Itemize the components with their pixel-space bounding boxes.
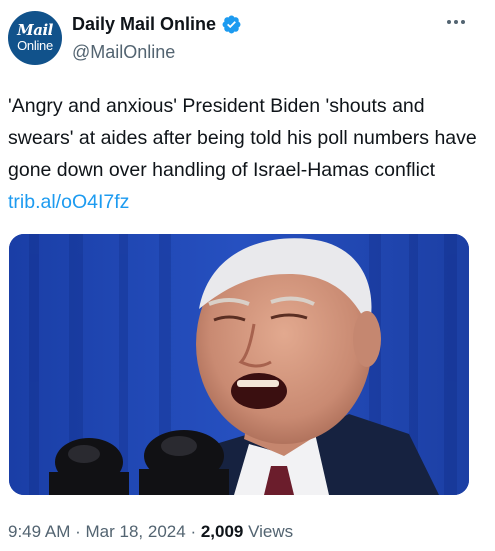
tweet-body: 'Angry and anxious' President Biden 'sho…	[8, 95, 477, 181]
tweet-photo[interactable]	[9, 234, 469, 495]
avatar-logo-subtext: Online	[17, 38, 53, 53]
views-label: Views	[248, 522, 294, 541]
tweet-link[interactable]: trib.al/oO4I7fz	[8, 191, 129, 213]
views-count: 2,009	[200, 522, 244, 541]
author-handle[interactable]: @MailOnline	[72, 42, 175, 63]
verified-badge-icon	[222, 15, 241, 33]
tweet-time[interactable]: 9:49 AM	[8, 522, 70, 541]
display-name[interactable]: Daily Mail Online	[72, 14, 216, 35]
author-name-row: Daily Mail Online	[72, 12, 242, 36]
meta-separator: ·	[190, 522, 197, 541]
tweet-meta: 9:49 AM · Mar 18, 2024 · 2,009 Views	[8, 522, 293, 542]
more-options-button[interactable]	[436, 10, 476, 34]
avatar-logo-text: Mail	[17, 21, 53, 39]
meta-separator: ·	[75, 522, 81, 541]
tweet-date[interactable]: Mar 18, 2024	[86, 522, 186, 541]
photo-image	[9, 234, 469, 495]
more-options-icon	[447, 20, 465, 24]
tweet-text: 'Angry and anxious' President Biden 'sho…	[8, 90, 478, 218]
avatar[interactable]: Mail Online	[8, 11, 62, 65]
